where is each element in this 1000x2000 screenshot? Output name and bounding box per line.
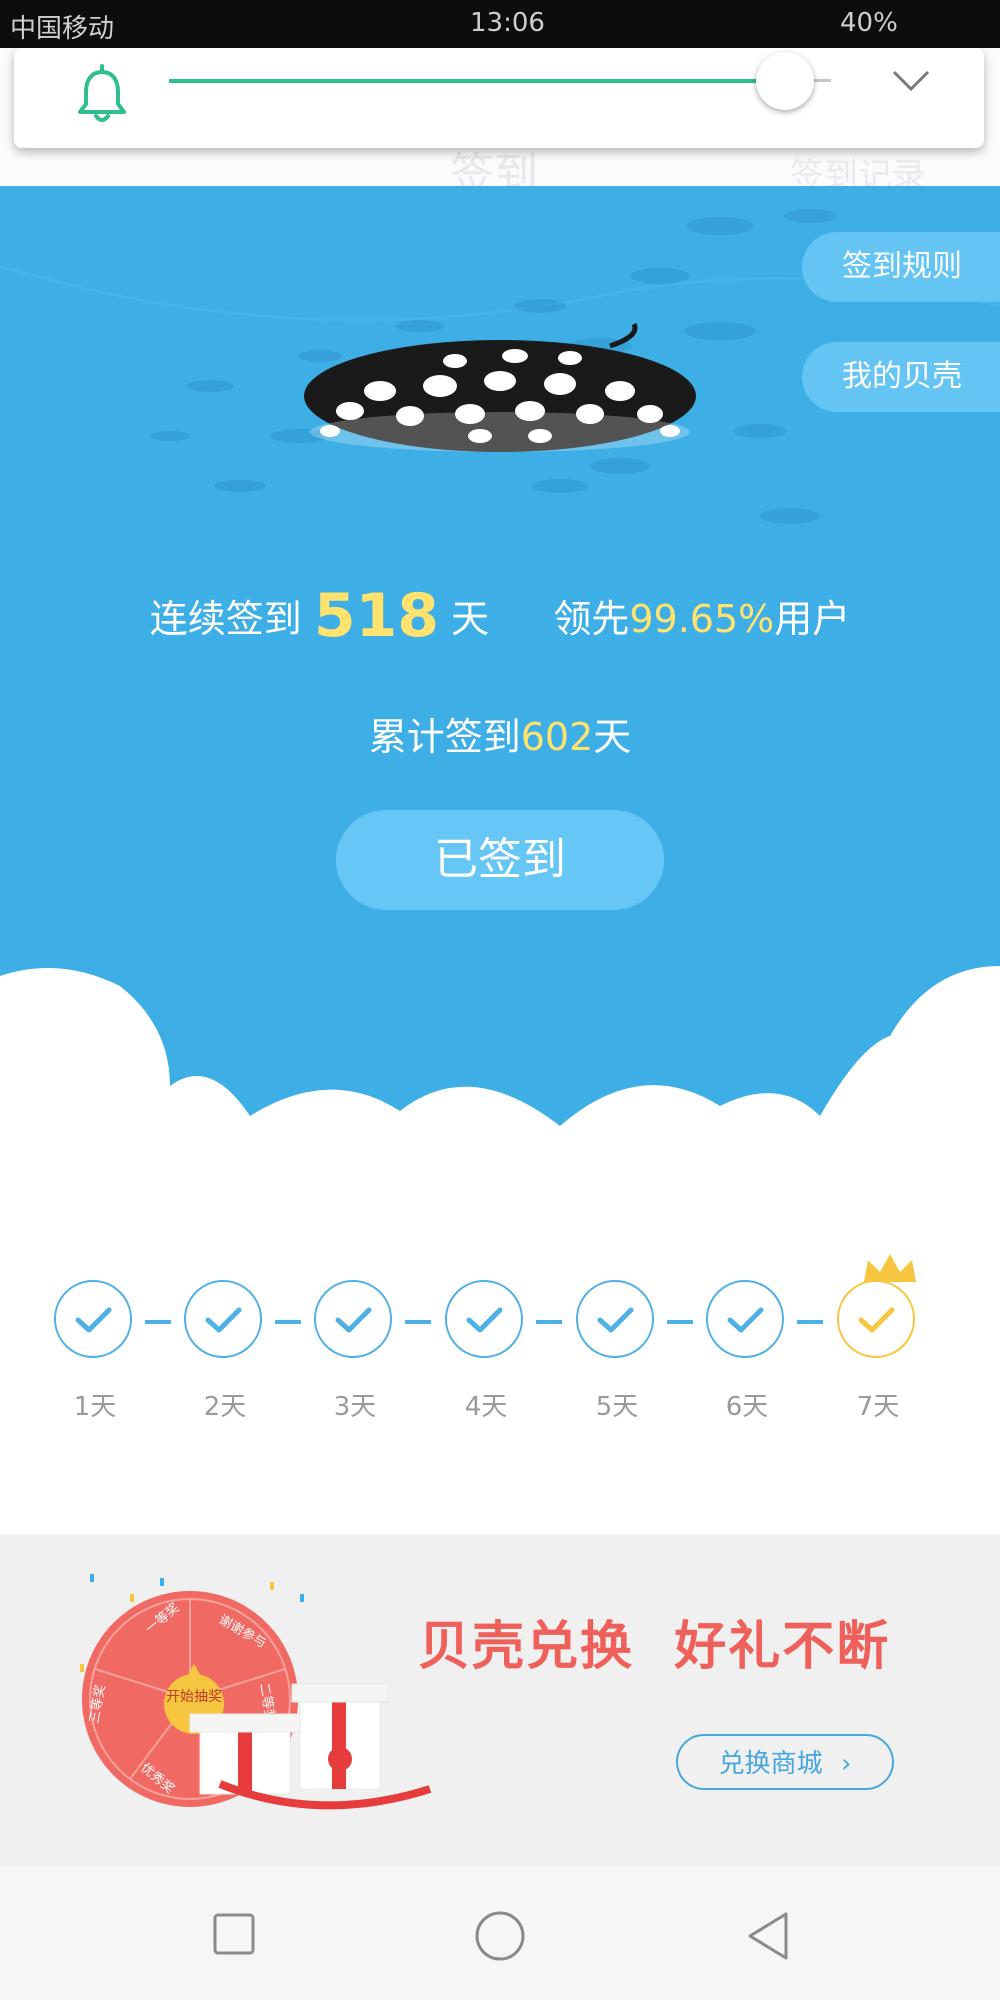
- brightness-track[interactable]: [169, 79, 799, 83]
- day-connector: [145, 1320, 171, 1324]
- day-connector: [405, 1320, 431, 1324]
- carrier-text: 中国移动: [10, 14, 115, 44]
- notification-popup: [14, 48, 984, 148]
- chevron-right-icon: ›: [840, 1749, 852, 1779]
- wheel-center-text: 开始抽奖: [166, 1688, 222, 1705]
- checkmark-icon: [205, 1307, 242, 1333]
- day-label: 4天: [464, 1392, 508, 1422]
- my-shells-button[interactable]: 我的贝壳: [802, 342, 1000, 412]
- streak-days: 518: [313, 581, 440, 651]
- day-connector: [797, 1320, 823, 1324]
- day-connector: [667, 1320, 693, 1324]
- total-unit: 天: [593, 715, 632, 759]
- exchange-mall-label: 兑换商城: [718, 1749, 823, 1779]
- day-label: 3天: [333, 1392, 377, 1422]
- day-2-check: [184, 1280, 262, 1358]
- shell-exchange-banner[interactable]: 开始抽奖 一等奖 谢谢参与 二等奖 三等奖 优秀奖 贝壳兑换 好礼不断 兑换商城…: [0, 1534, 1000, 1866]
- day-4-check: [445, 1280, 523, 1358]
- checkmark-icon: [858, 1307, 895, 1333]
- home-icon[interactable]: [474, 1910, 526, 1962]
- day-label: 6天: [725, 1392, 769, 1422]
- checkmark-icon: [466, 1307, 503, 1333]
- sign-rule-button[interactable]: 签到规则: [802, 232, 1000, 302]
- exchange-mall-button[interactable]: 兑换商城 ›: [676, 1734, 894, 1790]
- streak-unit: 天: [451, 597, 490, 641]
- day-label: 2天: [203, 1392, 247, 1422]
- lead-suffix: 用户: [774, 597, 851, 641]
- banner-title: 贝壳兑换 好礼不断: [418, 1617, 891, 1677]
- day-label: 7天: [856, 1392, 900, 1422]
- day-connector: [536, 1320, 562, 1324]
- day-5-check: [576, 1280, 654, 1358]
- streak-stats: 连续签到 518 天 领先99.65%用户: [0, 581, 1000, 651]
- weekly-checkin: 1天 2天 3天 4天 5天 6天 7天: [0, 1236, 1000, 1534]
- lead-percent: 99.65%: [629, 597, 775, 641]
- stingray-illustration: [304, 322, 696, 452]
- day-connector: [275, 1320, 301, 1324]
- sign-in-hero: 签到规则 我的贝壳 连续签到 518 天 领先99.65%用户 累计签到602天…: [0, 186, 1000, 1236]
- bell-icon[interactable]: [62, 56, 142, 136]
- day-label: 5天: [595, 1392, 639, 1422]
- battery-text: 40%: [840, 8, 898, 38]
- total-days: 602: [520, 715, 594, 759]
- checkmark-icon: [335, 1307, 372, 1333]
- total-stats: 累计签到602天: [0, 706, 1000, 761]
- brightness-slider-knob[interactable]: [756, 52, 814, 110]
- streak-prefix: 连续签到: [149, 597, 302, 641]
- lead-prefix: 领先: [553, 597, 630, 641]
- chevron-down-icon[interactable]: [886, 62, 936, 102]
- checkmark-icon: [597, 1307, 634, 1333]
- recent-apps-icon[interactable]: [212, 1912, 256, 1956]
- clock-text: 13:06: [470, 8, 545, 38]
- signed-in-button[interactable]: 已签到: [336, 810, 664, 910]
- day-label: 1天: [73, 1392, 117, 1422]
- day-7-check: [837, 1280, 915, 1358]
- checkmark-icon: [727, 1307, 764, 1333]
- day-1-check: [54, 1280, 132, 1358]
- system-nav-bar: [0, 1866, 1000, 2000]
- day-6-check: [706, 1280, 784, 1358]
- day-3-check: [314, 1280, 392, 1358]
- checkmark-icon: [75, 1307, 112, 1333]
- total-prefix: 累计签到: [368, 715, 521, 759]
- status-bar: 中国移动 13:06 40%: [0, 0, 1000, 48]
- back-icon[interactable]: [744, 1910, 792, 1962]
